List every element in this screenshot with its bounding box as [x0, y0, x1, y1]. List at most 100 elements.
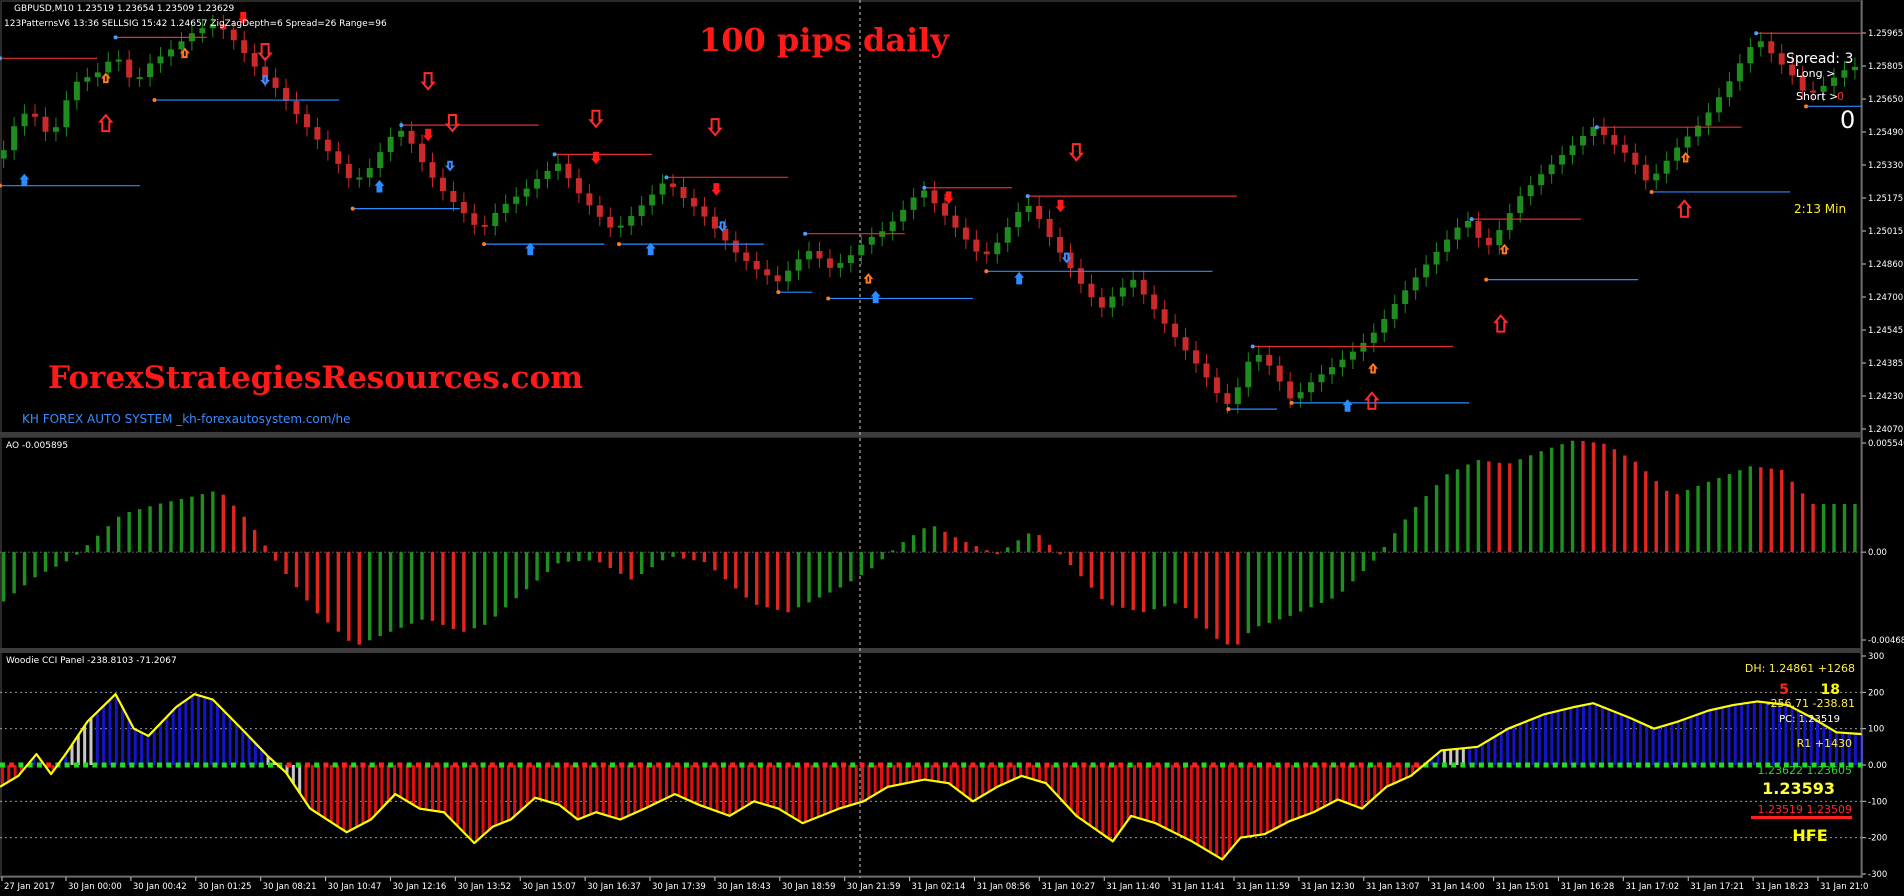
- cci-bar: [1581, 705, 1585, 765]
- ao-bar: [1162, 552, 1167, 607]
- cci-bar: [1000, 765, 1004, 785]
- cci-zero-dot: [1654, 762, 1660, 768]
- cci-zero-dot: [1201, 762, 1207, 768]
- ao-bar: [1644, 471, 1648, 553]
- cci-bar: [1550, 712, 1554, 765]
- cci-bar: [766, 765, 770, 806]
- ao-bar: [1832, 504, 1836, 553]
- ao-bar: [1675, 494, 1679, 553]
- cci-zero-dot: [656, 762, 662, 768]
- ao-bar: [577, 552, 581, 562]
- cci-zero-dot: [1691, 762, 1697, 768]
- cci-zero-dot: [489, 762, 495, 768]
- ao-bar: [838, 552, 843, 588]
- candle-body: [167, 49, 174, 57]
- ao-bar: [1152, 552, 1156, 610]
- candle-body: [670, 183, 677, 187]
- indicator-info: 123PatternsV6 13:36 SELLSIG 15:42 1.2465…: [4, 19, 387, 29]
- ao-bar: [1476, 460, 1481, 553]
- cci-zero-dot: [1035, 762, 1041, 768]
- candle-body: [921, 190, 928, 198]
- collapse-triangle-icon[interactable]: ▼: [2, 3, 9, 13]
- candle-body: [11, 126, 18, 151]
- cci-bar: [317, 765, 321, 815]
- panel-splitter-1[interactable]: [0, 432, 1862, 437]
- candle-body: [1653, 173, 1660, 181]
- time-label: 31 Jan 02:14: [912, 882, 966, 892]
- cci-zero-dot: [757, 762, 763, 768]
- short-label[interactable]: Short >: [1796, 90, 1838, 103]
- cci-bar: [95, 711, 99, 765]
- chart-canvas[interactable]: ▼ GBPUSD,M10 1.23519 1.23654 1.23509 1.2…: [0, 0, 1904, 896]
- price-axis-label: 1.24385: [1868, 359, 1903, 369]
- candle-body: [283, 87, 290, 102]
- cci-zero-dot: [841, 762, 847, 768]
- cci-bar: [1480, 744, 1484, 765]
- cci-zero-dot: [1293, 762, 1299, 768]
- cci-zero-dot: [18, 762, 24, 768]
- cci-zero-dot: [600, 762, 606, 768]
- cci-bar: [823, 765, 827, 815]
- cci-bar: [1284, 765, 1288, 823]
- cci-bar: [1600, 706, 1604, 765]
- spread-label: Spread: 3: [1786, 51, 1853, 67]
- ao-bar: [1142, 552, 1146, 613]
- cci-bar: [880, 765, 884, 791]
- cci-zero-dot: [499, 762, 505, 768]
- forex-chart-window: ▼ GBPUSD,M10 1.23519 1.23654 1.23509 1.2…: [0, 0, 1904, 896]
- cci-zero-dot: [878, 762, 884, 768]
- candle-body: [1245, 361, 1252, 388]
- cci-zero-dot: [1220, 762, 1226, 768]
- cci-bar: [1303, 765, 1307, 816]
- cci-zero-dot: [1044, 762, 1050, 768]
- candle-body: [1276, 365, 1283, 382]
- candle-body: [1004, 227, 1011, 243]
- cci-bar: [108, 699, 112, 765]
- candle-body: [314, 127, 321, 140]
- cci-bar: [468, 765, 472, 840]
- cci-zero-dot: [314, 762, 320, 768]
- cci-zero-dot: [1321, 762, 1327, 768]
- cci-zero-dot: [859, 762, 865, 768]
- cci-zero-dot: [267, 762, 273, 768]
- cci-zero-dot: [110, 762, 116, 768]
- cci-zero-dot: [1377, 762, 1383, 768]
- candle-body: [324, 139, 331, 152]
- long-label[interactable]: Long >: [1796, 67, 1835, 80]
- ao-bar: [545, 552, 550, 572]
- candle-body: [1736, 63, 1743, 82]
- cci-bar: [1474, 747, 1478, 765]
- cci-bar: [949, 765, 953, 785]
- ao-bar: [1361, 552, 1366, 571]
- ao-bar: [242, 516, 246, 553]
- watermark: ForexStrategiesResources.com: [48, 360, 583, 396]
- panel-splitter-2[interactable]: [0, 648, 1862, 653]
- cci-bar: [1215, 765, 1219, 857]
- cci-zero-dot: [924, 762, 930, 768]
- cci-zero-dot: [813, 762, 819, 768]
- ao-bar: [1, 552, 6, 602]
- candle-body: [764, 269, 771, 276]
- cci-bar: [854, 765, 858, 804]
- cci-zero-dot: [933, 762, 939, 768]
- cci-bar: [1607, 709, 1611, 765]
- cci-bar: [1727, 705, 1731, 765]
- cci-bar: [576, 765, 580, 820]
- cci-bar: [1240, 765, 1244, 838]
- cci-bar: [1189, 765, 1193, 842]
- candle-body: [534, 179, 541, 189]
- ao-bar: [64, 552, 69, 562]
- time-label: 30 Jan 18:43: [717, 882, 771, 892]
- cci-bar: [835, 765, 839, 810]
- cci-bar: [1537, 716, 1541, 765]
- cci-zero-dot: [9, 762, 15, 768]
- cci-zero-dot: [1672, 762, 1678, 768]
- candle-body: [983, 251, 990, 255]
- cci-bar: [83, 725, 87, 765]
- ao-bar: [1403, 519, 1407, 553]
- candle-body: [356, 177, 363, 180]
- cci-bar: [816, 765, 820, 817]
- cci-bar: [696, 765, 700, 805]
- ao-bar: [1581, 440, 1585, 553]
- cci-axis-label: -200: [1868, 834, 1887, 844]
